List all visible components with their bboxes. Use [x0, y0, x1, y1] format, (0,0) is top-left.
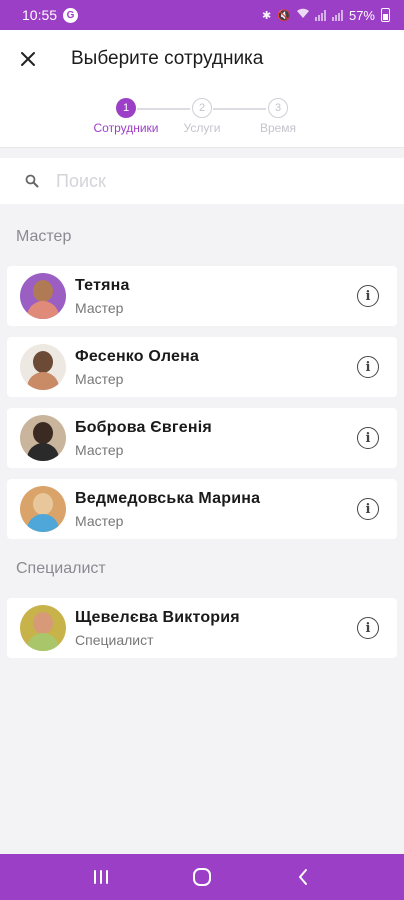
search-icon [24, 173, 40, 189]
recents-button[interactable] [71, 854, 131, 900]
status-time: 10:55 [22, 7, 58, 23]
system-nav-bar [0, 854, 404, 900]
wifi-icon [296, 8, 309, 22]
staff-card[interactable]: Фесенко Олена Мастер i [7, 337, 397, 397]
step-label: Услуги [183, 121, 221, 135]
battery-icon [381, 8, 390, 22]
step-number: 2 [192, 98, 212, 118]
signal-icon-2 [331, 9, 343, 21]
status-right: ✱ 🔇 57% [262, 8, 390, 23]
step-staff[interactable]: 1 Сотрудники [86, 98, 166, 135]
staff-name: Щевелєва Виктория [75, 608, 240, 626]
close-icon [21, 52, 35, 66]
staff-role: Мастер [75, 299, 124, 316]
back-icon [299, 869, 308, 885]
status-left: 10:55 G [22, 7, 79, 23]
page-title: Выберите сотрудника [71, 48, 264, 69]
home-button[interactable] [172, 854, 232, 900]
booking-stepper: 1 Сотрудники 2 Услуги 3 Время [0, 88, 404, 148]
step-number: 1 [116, 98, 136, 118]
recents-icon [93, 870, 108, 884]
staff-role: Мастер [75, 512, 124, 529]
staff-role: Мастер [75, 370, 124, 387]
staff-name: Боброва Євгенія [75, 418, 212, 436]
info-icon[interactable]: i [357, 427, 379, 449]
staff-role: Мастер [75, 441, 124, 458]
staff-card[interactable]: Ведмедовська Марина Мастер i [7, 479, 397, 539]
notification-badge-icon: G [63, 7, 79, 23]
info-icon[interactable]: i [357, 356, 379, 378]
step-label: Сотрудники [93, 121, 159, 135]
avatar [20, 344, 66, 390]
back-button[interactable] [273, 854, 333, 900]
mute-icon: 🔇 [277, 9, 291, 22]
staff-card[interactable]: Тетяна Мастер i [7, 266, 397, 326]
status-bar: 10:55 G ✱ 🔇 57% [0, 0, 404, 30]
staff-name: Тетяна [75, 276, 130, 294]
app-header: Выберите сотрудника [0, 30, 404, 88]
signal-icon [314, 9, 326, 21]
staff-card[interactable]: Щевелєва Виктория Специалист i [7, 598, 397, 658]
staff-name: Фесенко Олена [75, 347, 200, 365]
section-title-master: Мастер [16, 228, 72, 245]
avatar [20, 273, 66, 319]
info-icon[interactable]: i [357, 498, 379, 520]
search-input[interactable] [56, 170, 356, 192]
step-number: 3 [268, 98, 288, 118]
step-time[interactable]: 3 Время [238, 98, 318, 135]
info-icon[interactable]: i [357, 617, 379, 639]
avatar [20, 605, 66, 651]
bluetooth-icon: ✱ [262, 9, 272, 22]
avatar [20, 415, 66, 461]
battery-percent: 57% [348, 7, 375, 23]
step-label: Время [259, 121, 297, 135]
staff-name: Ведмедовська Марина [75, 489, 261, 507]
search-bar[interactable] [0, 158, 404, 204]
home-icon [192, 868, 211, 886]
close-button[interactable] [0, 30, 56, 88]
staff-card[interactable]: Боброва Євгенія Мастер i [7, 408, 397, 468]
info-icon[interactable]: i [357, 285, 379, 307]
avatar [20, 486, 66, 532]
staff-role: Специалист [75, 631, 154, 648]
section-title-specialist: Специалист [16, 560, 106, 577]
step-services[interactable]: 2 Услуги [162, 98, 242, 135]
